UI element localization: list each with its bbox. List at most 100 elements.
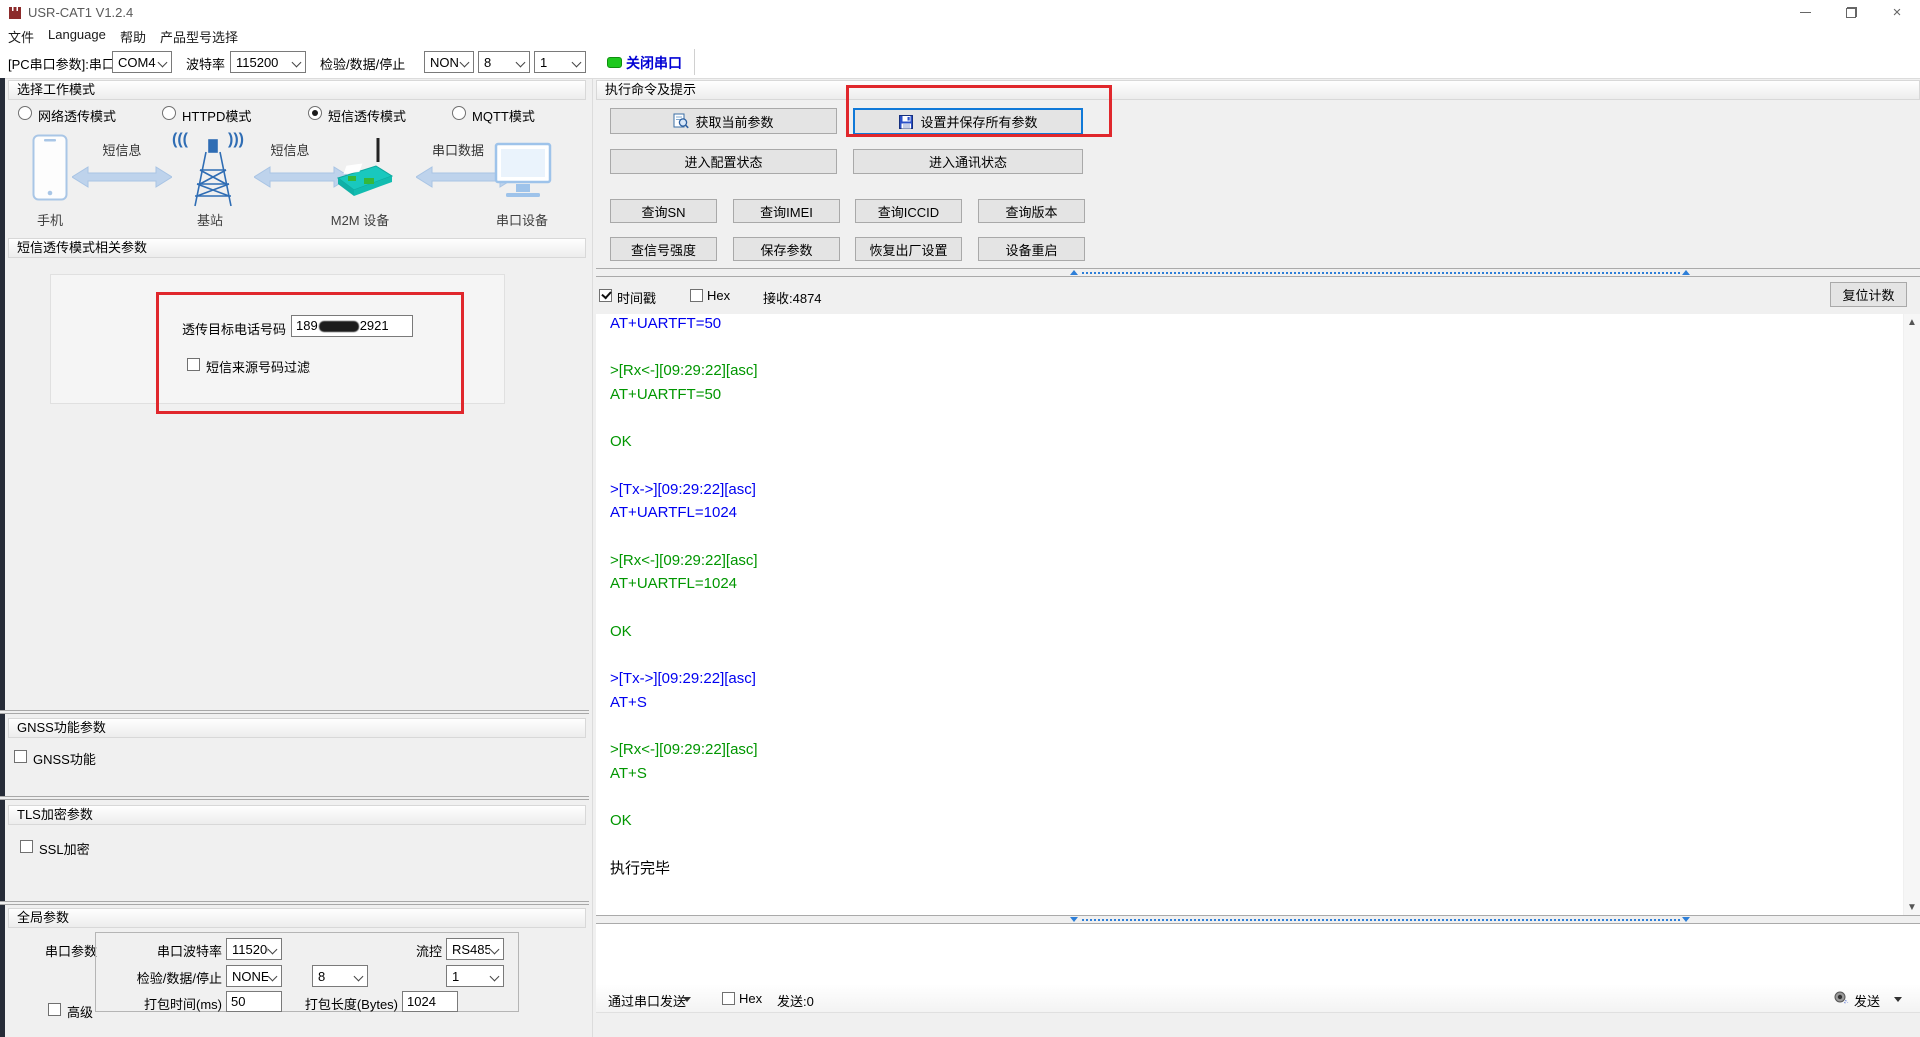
packlen-input[interactable]: 1024 (402, 991, 458, 1012)
log-line (610, 833, 758, 857)
chevron-down-icon (268, 945, 278, 955)
advanced-checkbox[interactable] (48, 1003, 61, 1016)
node-label-m2m-device: M2M 设备 (331, 210, 390, 229)
collapse-up-icon[interactable] (1682, 270, 1690, 275)
set-save-params-button[interactable]: 设置并保存所有参数 (853, 108, 1083, 135)
log-line: >[Rx<-][09:29:22][asc] (610, 359, 758, 383)
log-line: AT+UARTFL=1024 (610, 572, 758, 596)
radio-mqtt-mode[interactable] (452, 106, 466, 120)
send-hex-checkbox[interactable] (722, 992, 735, 1005)
collapse-down-icon[interactable] (1070, 917, 1078, 922)
factory-reset-button[interactable]: 恢复出厂设置 (855, 237, 962, 261)
reboot-button[interactable]: 设备重启 (978, 237, 1085, 261)
chevron-down-icon (158, 58, 168, 68)
floppy-disk-icon (898, 114, 914, 130)
speaker-icon (1833, 989, 1849, 1005)
radio-httpd-mode-label[interactable]: HTTPD模式 (182, 106, 251, 125)
send-via-serial-dropdown[interactable]: 通过串口发送 (608, 991, 686, 1010)
enter-comm-button[interactable]: 进入通讯状态 (853, 149, 1083, 174)
g-parity-select[interactable]: NONE (226, 965, 282, 987)
com-port-select[interactable]: COM4 (112, 51, 172, 73)
g-stopbits-select[interactable]: 1 (446, 965, 504, 987)
get-params-button[interactable]: 获取当前参数 (610, 108, 837, 134)
link-label-serial-data: 串口数据 (432, 140, 484, 159)
send-input-area[interactable] (596, 924, 1920, 984)
close-icon[interactable]: × (1874, 0, 1920, 24)
sent-count: 发送:0 (777, 991, 814, 1010)
chevron-down-icon[interactable] (683, 997, 691, 1002)
radio-mqtt-mode-label[interactable]: MQTT模式 (472, 106, 535, 125)
radio-sms-mode[interactable] (308, 106, 322, 120)
chevron-down-icon (516, 58, 526, 68)
g-baud-select[interactable]: 115200 (226, 938, 282, 960)
send-splitter[interactable] (596, 915, 1920, 924)
log-splitter[interactable] (596, 268, 1920, 277)
query-signal-button[interactable]: 查信号强度 (610, 237, 717, 261)
baud-label: 波特率 (186, 54, 225, 73)
query-sn-button[interactable]: 查询SN (610, 199, 717, 223)
splitter[interactable] (0, 901, 589, 905)
radio-sms-mode-label[interactable]: 短信透传模式 (328, 106, 406, 125)
menu-help[interactable]: 帮助 (120, 27, 146, 46)
ssl-checkbox[interactable] (20, 840, 33, 853)
svg-text:(((: ((( (172, 131, 189, 148)
save-params-button[interactable]: 保存参数 (733, 237, 840, 261)
query-iccid-button[interactable]: 查询ICCID (855, 199, 962, 223)
timestamp-checkbox[interactable] (599, 289, 612, 302)
log-line: OK (610, 620, 758, 644)
log-line (610, 454, 758, 478)
phone-number-input[interactable]: 1892921 (291, 315, 413, 337)
scroll-up-icon[interactable]: ▲ (1904, 314, 1920, 330)
log-hex-label[interactable]: Hex (707, 288, 730, 303)
menu-file[interactable]: 文件 (8, 27, 34, 46)
m2m-device-icon (330, 136, 396, 206)
log-line: AT+UARTFT=50 (610, 383, 758, 407)
log-hex-checkbox[interactable] (690, 289, 703, 302)
g-databits-select[interactable]: 8 (312, 965, 368, 987)
chevron-down-icon[interactable] (1894, 997, 1902, 1002)
flow-select[interactable]: RS485 (446, 938, 504, 960)
green-open-indicator (607, 57, 622, 68)
enter-config-button[interactable]: 进入配置状态 (610, 149, 837, 174)
log-scrollbar[interactable]: ▲ ▼ (1904, 314, 1920, 915)
splitter[interactable] (0, 796, 589, 800)
menu-model-select[interactable]: 产品型号选择 (160, 27, 238, 46)
databits-select[interactable]: 8 (478, 51, 530, 73)
parity-select[interactable]: NONI (424, 51, 474, 73)
timestamp-label[interactable]: 时间戳 (617, 288, 656, 307)
packlen-label: 打包长度(Bytes) (300, 994, 398, 1013)
serial-params-label: 串口参数 (45, 941, 97, 960)
log-line (610, 596, 758, 620)
minimize-icon[interactable] (1782, 0, 1828, 24)
node-label-base-station: 基站 (197, 210, 223, 229)
radio-httpd-mode[interactable] (162, 106, 176, 120)
query-version-button[interactable]: 查询版本 (978, 199, 1085, 223)
advanced-label[interactable]: 高级 (67, 1002, 93, 1021)
query-imei-button[interactable]: 查询IMEI (733, 199, 840, 223)
send-button[interactable]: 发送 (1854, 991, 1880, 1010)
gnss-enable-checkbox[interactable] (14, 750, 27, 763)
reset-count-button[interactable]: 复位计数 (1830, 282, 1907, 307)
scroll-down-icon[interactable]: ▼ (1904, 899, 1920, 915)
usr-logo-icon (8, 5, 22, 19)
stopbits-select[interactable]: 1 (534, 51, 586, 73)
close-port-button[interactable]: 关闭串口 (626, 53, 682, 73)
menu-bar: 文件 Language 帮助 产品型号选择 (0, 24, 1920, 46)
radio-net-mode-label[interactable]: 网络透传模式 (38, 106, 116, 125)
sms-source-filter-checkbox[interactable] (187, 358, 200, 371)
collapse-down-icon[interactable] (1682, 917, 1690, 922)
radio-net-mode[interactable] (18, 106, 32, 120)
redaction-smudge (319, 321, 359, 332)
menu-language[interactable]: Language (48, 27, 106, 42)
log-output[interactable]: >[Tx->][09:29:22][asc]AT+UARTFT=50 >[Rx<… (596, 314, 1903, 915)
baud-select[interactable]: 115200 (230, 51, 306, 73)
splitter[interactable] (0, 710, 589, 714)
sms-source-filter-label[interactable]: 短信来源号码过滤 (206, 357, 310, 376)
title-bar: USR-CAT1 V1.2.4 × (0, 0, 1920, 24)
packtime-input[interactable]: 50 (226, 991, 282, 1012)
send-hex-label[interactable]: Hex (739, 991, 762, 1006)
gnss-enable-label[interactable]: GNSS功能 (33, 749, 96, 768)
collapse-up-icon[interactable] (1070, 270, 1078, 275)
ssl-label[interactable]: SSL加密 (39, 839, 90, 858)
restore-icon[interactable] (1828, 0, 1874, 24)
